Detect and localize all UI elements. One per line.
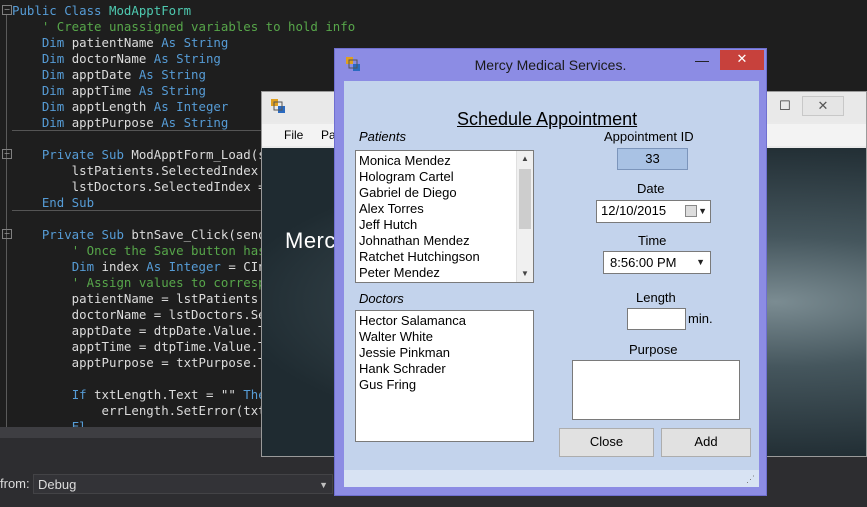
purpose-input[interactable] — [572, 360, 740, 420]
date-value: 12/10/2015 — [601, 203, 667, 218]
doctor-list-item[interactable]: Gus Fring — [356, 377, 533, 393]
menu-file[interactable]: File — [284, 128, 303, 142]
app-window-icon — [271, 99, 285, 113]
patients-items: Monica Mendez Hologram Cartel Gabriel de D… — [356, 151, 533, 281]
code-line: ' Assign values to correspon — [71, 275, 281, 290]
patient-list-item[interactable]: Monica Mendez — [356, 153, 533, 169]
code-line: errLength.SetError(txtLe — [12, 403, 281, 418]
add-button[interactable]: Add — [661, 428, 751, 457]
status-bar: ⋰ — [344, 470, 759, 487]
code-line: Dim patientName As String — [41, 35, 229, 50]
code-line: If txtLength.Text = "" Then — [71, 387, 274, 402]
appointment-id-label: Appointment ID — [604, 129, 694, 144]
collapse-class-icon[interactable]: − — [2, 5, 12, 15]
collapse-save-icon[interactable]: − — [2, 229, 12, 239]
patient-list-item[interactable]: Peter Mendez — [356, 265, 533, 281]
hero-title: Merc — [285, 228, 336, 253]
close-window-button[interactable]: ✕ — [720, 50, 764, 70]
scroll-down-icon[interactable]: ▼ — [517, 266, 533, 282]
doctor-list-item[interactable]: Hank Schrader — [356, 361, 533, 377]
doctor-list-item[interactable]: Hector Salamanca — [356, 313, 533, 329]
minimize-button[interactable]: — — [688, 51, 716, 71]
code-line: Dim apptTime As String — [41, 83, 206, 98]
calendar-icon — [685, 205, 697, 217]
doctors-items: Hector Salamanca Walter White Jessie Pinkm… — [356, 311, 533, 393]
schedule-dialog[interactable]: Mercy Medical Services. — ✕ ⋰ Schedule A… — [334, 48, 767, 496]
close-button[interactable]: ✕ — [802, 96, 844, 116]
code-line: Dim index As Integer = CInt — [71, 259, 274, 274]
date-picker[interactable]: 12/10/2015 ▼ — [596, 200, 711, 223]
purpose-label: Purpose — [629, 342, 678, 357]
collapse-load-icon[interactable]: − — [2, 149, 12, 159]
chevron-down-icon: ▼ — [319, 480, 328, 490]
code-line: lstPatients.SelectedIndex = — [12, 163, 281, 178]
code-line: End Sub — [41, 195, 95, 210]
doctor-list-item[interactable]: Walter White — [356, 329, 533, 345]
patient-list-item[interactable]: Hologram Cartel — [356, 169, 533, 185]
code-line: Dim apptDate As String — [41, 67, 206, 82]
length-unit-label: min. — [688, 311, 713, 326]
code-line: apptTime = dtpTime.Value.ToS — [12, 339, 281, 354]
fold-rail — [6, 15, 7, 435]
code-line: ' Once the Save button has b — [71, 243, 281, 258]
code-line: Dim apptPurpose As String — [41, 115, 229, 130]
maximize-button[interactable]: ☐ — [772, 96, 798, 116]
code-line: Dim apptLength As Integer — [41, 99, 229, 114]
length-input[interactable] — [627, 308, 686, 330]
appointment-id-field: 33 — [617, 148, 688, 170]
patient-list-item[interactable]: Johnathan Mendez — [356, 233, 533, 249]
code-line: ' Create unassigned variables to hold in… — [41, 19, 356, 34]
time-label: Time — [638, 233, 667, 248]
patient-list-item[interactable]: Ratchet Hutchingson — [356, 249, 533, 265]
code-line: Private Sub btnSave_Click(sender — [41, 227, 281, 242]
scroll-thumb[interactable] — [519, 169, 531, 229]
patient-list-item[interactable]: Jeff Hutch — [356, 217, 533, 233]
patients-scrollbar[interactable]: ▲ ▼ — [516, 151, 533, 282]
time-picker[interactable]: 8:56:00 PM ▼ — [603, 251, 711, 274]
patient-list-item[interactable]: Gabriel de Diego — [356, 185, 533, 201]
chevron-down-icon: ▼ — [698, 206, 707, 216]
resize-grip-icon[interactable]: ⋰ — [746, 474, 755, 485]
doctors-listbox[interactable]: Hector Salamanca Walter White Jessie Pinkm… — [355, 310, 534, 442]
code-line: Private Sub ModApptForm_Load(sen — [41, 147, 281, 162]
date-label: Date — [637, 181, 665, 196]
code-line: Dim doctorName As String — [41, 51, 221, 66]
config-select-value: Debug — [38, 477, 77, 492]
from-label: from: — [0, 476, 30, 491]
code-line: patientName = lstPatients.Sel — [12, 291, 289, 306]
time-value: 8:56:00 PM — [610, 255, 677, 270]
doctor-list-item[interactable]: Jessie Pinkman — [356, 345, 533, 361]
code-line: doctorName = lstDoctors.Sele — [12, 307, 281, 322]
doctors-label: Doctors — [359, 291, 404, 306]
code-line: Public Class ModApptForm — [12, 3, 192, 18]
code-line: lstDoctors.SelectedIndex = 0 — [12, 179, 281, 194]
patients-label: Patients — [359, 129, 406, 144]
patients-listbox[interactable]: Monica Mendez Hologram Cartel Gabriel de D… — [355, 150, 534, 283]
config-select[interactable]: Debug ▼ — [33, 474, 333, 494]
scroll-up-icon[interactable]: ▲ — [517, 151, 533, 167]
form-heading: Schedule Appointment — [457, 109, 638, 129]
patient-list-item[interactable]: Alex Torres — [356, 201, 533, 217]
chevron-down-icon: ▼ — [696, 257, 705, 267]
code-line: apptDate = dtpDate.Value.ToS — [12, 323, 281, 338]
close-button[interactable]: Close — [559, 428, 654, 457]
length-label: Length — [636, 290, 676, 305]
code-line: apptPurpose = txtPurpose.Tex — [12, 355, 281, 370]
